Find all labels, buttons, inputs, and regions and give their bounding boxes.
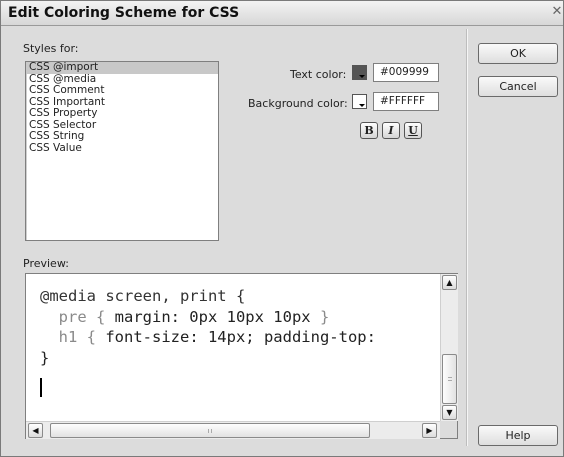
code-selector-h1: h1 { xyxy=(40,328,106,346)
scroll-left-icon[interactable]: ◀ xyxy=(28,423,43,438)
code-selector-pre: pre { xyxy=(40,307,115,326)
preview-pane[interactable]: @media screen, print { pre { margin: 0px… xyxy=(25,273,458,439)
dropdown-arrow-icon xyxy=(359,75,365,78)
help-button[interactable]: Help xyxy=(478,425,558,446)
list-item[interactable]: CSS @import xyxy=(26,61,218,74)
background-color-swatch[interactable] xyxy=(352,94,367,109)
styles-for-label: Styles for: xyxy=(23,42,79,55)
vertical-scroll-thumb[interactable] xyxy=(442,354,457,404)
horizontal-scrollbar[interactable]: ◀ ▶ xyxy=(26,421,440,439)
background-color-field[interactable]: #FFFFFF xyxy=(373,92,439,111)
horizontal-scroll-thumb[interactable] xyxy=(50,423,370,438)
bold-button[interactable]: B xyxy=(360,122,378,139)
grip-line xyxy=(208,429,209,433)
text-color-swatch[interactable] xyxy=(352,65,367,80)
code-property: margin: 0px 10px 10px xyxy=(114,307,311,326)
code-property: font-size: 14px; padding-top: xyxy=(105,328,376,346)
text-cursor xyxy=(40,378,42,397)
vertical-scrollbar[interactable]: ▲ ▼ xyxy=(440,274,458,421)
scroll-down-icon[interactable]: ▼ xyxy=(442,405,457,420)
title-bar[interactable]: Edit Coloring Scheme for CSS ✕ xyxy=(1,1,563,26)
ok-button[interactable]: OK xyxy=(478,43,558,64)
list-item[interactable]: CSS Comment xyxy=(26,84,218,97)
italic-button[interactable]: I xyxy=(382,122,400,139)
edit-coloring-scheme-dialog: Edit Coloring Scheme for CSS ✕ Styles fo… xyxy=(0,0,564,457)
scroll-right-icon[interactable]: ▶ xyxy=(422,423,437,438)
grip-line xyxy=(211,429,212,433)
code-line-media: @media screen, print { xyxy=(40,287,246,305)
preview-label: Preview: xyxy=(23,257,69,270)
list-item[interactable]: CSS Value xyxy=(26,142,218,155)
close-icon[interactable]: ✕ xyxy=(551,5,563,19)
scrollbar-corner xyxy=(440,421,457,438)
dropdown-arrow-icon xyxy=(359,104,365,107)
text-color-field[interactable]: #009999 xyxy=(373,63,439,82)
styles-list[interactable]: CSS @import CSS @media CSS Comment CSS I… xyxy=(25,61,219,241)
vertical-divider xyxy=(466,29,468,446)
text-color-label: Text color: xyxy=(290,68,347,81)
cancel-button[interactable]: Cancel xyxy=(478,76,558,97)
list-item[interactable]: CSS String xyxy=(26,130,218,143)
grip-line xyxy=(448,380,452,381)
background-color-label: Background color: xyxy=(248,97,348,110)
dialog-title: Edit Coloring Scheme for CSS xyxy=(8,5,240,21)
code-brace: } xyxy=(310,307,330,326)
underline-button[interactable]: U xyxy=(404,122,422,139)
scroll-up-icon[interactable]: ▲ xyxy=(442,275,457,290)
grip-line xyxy=(448,377,452,378)
preview-code: @media screen, print { pre { margin: 0px… xyxy=(40,286,376,368)
code-line-close: } xyxy=(40,348,50,367)
list-item[interactable]: CSS Property xyxy=(26,107,218,120)
